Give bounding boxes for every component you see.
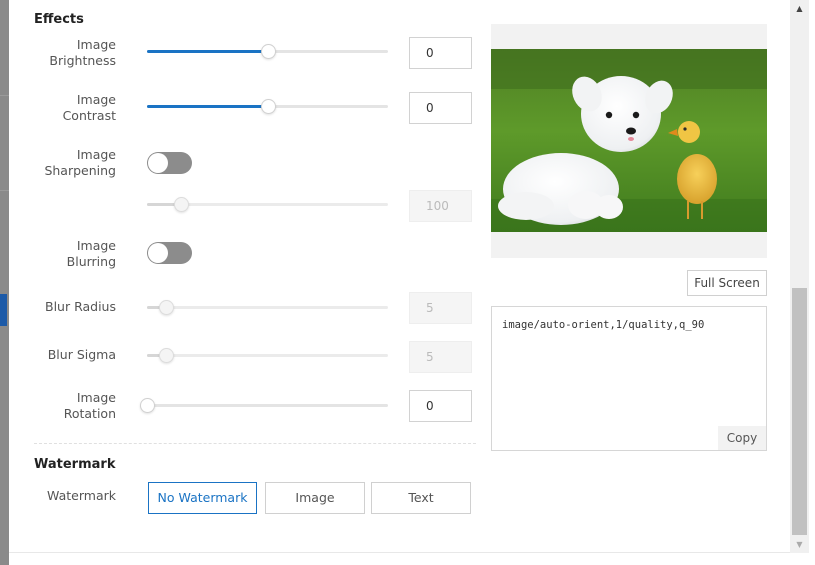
slider-track [147, 354, 388, 357]
preview-photo [491, 49, 767, 232]
scroll-down-arrow-icon[interactable]: ▼ [790, 536, 809, 553]
image-effects-dialog-screen: Effects Image Brightness 0 Image Contras… [0, 0, 815, 565]
contrast-slider[interactable] [147, 99, 388, 114]
sharpening-label: Image Sharpening [26, 147, 116, 179]
contrast-label: Image Contrast [26, 92, 116, 124]
rotation-input[interactable]: 0 [409, 390, 472, 422]
blur-sigma-input[interactable]: 5 [409, 341, 472, 373]
contrast-label-line2: Contrast [62, 108, 116, 123]
text-watermark-button[interactable]: Text [371, 482, 471, 514]
blurring-label: Image Blurring [26, 238, 116, 270]
brightness-label: Image Brightness [26, 37, 116, 69]
rotation-label-line1: Image [76, 390, 116, 405]
window-edge [809, 0, 815, 565]
brightness-label-line2: Brightness [49, 53, 116, 68]
contrast-input[interactable]: 0 [409, 92, 472, 124]
sharpening-slider[interactable] [147, 197, 388, 212]
sharpening-label-line1: Image [76, 147, 116, 162]
process-code-text: image/auto-orient,1/quality,q_90 [502, 319, 705, 331]
slider-handle[interactable] [159, 300, 175, 315]
brightness-slider[interactable] [147, 44, 388, 59]
blur-sigma-slider[interactable] [147, 348, 388, 363]
slider-handle[interactable] [140, 398, 155, 413]
puppy-and-duckling-image [491, 49, 767, 232]
no-watermark-button[interactable]: No Watermark [148, 482, 257, 514]
sharpening-toggle[interactable] [147, 152, 192, 174]
slider-fill [147, 50, 268, 53]
slider-handle[interactable] [173, 197, 189, 212]
toggle-knob [148, 153, 168, 173]
rotation-label-line2: Rotation [63, 406, 116, 421]
slider-handle[interactable] [260, 99, 276, 114]
slider-handle[interactable] [260, 44, 276, 59]
blur-radius-input[interactable]: 5 [409, 292, 472, 324]
watermark-section-title: Watermark [34, 457, 116, 472]
sharpening-input[interactable]: 100 [409, 190, 472, 222]
slider-track [147, 306, 388, 309]
section-divider [34, 443, 476, 444]
slider-track [147, 404, 388, 407]
slider-fill [147, 105, 268, 108]
rotation-slider[interactable] [140, 398, 388, 413]
blurring-toggle[interactable] [147, 242, 192, 264]
blurring-label-line1: Image [76, 238, 116, 253]
dimmed-backdrop [0, 0, 9, 565]
scrollbar-thumb[interactable] [792, 288, 807, 535]
backdrop-active-marker [0, 294, 7, 326]
brightness-input[interactable]: 0 [409, 37, 472, 69]
blur-radius-slider[interactable] [147, 300, 388, 315]
sharpening-label-line2: Sharpening [44, 163, 116, 178]
process-code-box[interactable]: image/auto-orient,1/quality,q_90 Copy [491, 306, 767, 451]
rotation-label: Image Rotation [26, 390, 116, 422]
full-screen-button[interactable]: Full Screen [687, 270, 767, 296]
toggle-knob [148, 243, 168, 263]
scroll-up-arrow-icon[interactable]: ▲ [790, 0, 809, 17]
watermark-label: Watermark [47, 488, 116, 503]
image-preview-panel [491, 24, 767, 258]
dialog-footer-border [9, 552, 790, 553]
slider-handle[interactable] [159, 348, 175, 363]
blur-radius-label: Blur Radius [45, 299, 116, 314]
blur-sigma-label: Blur Sigma [47, 347, 116, 362]
copy-button[interactable]: Copy [718, 426, 766, 450]
brightness-label-line1: Image [76, 37, 116, 52]
image-watermark-button[interactable]: Image [265, 482, 365, 514]
blurring-label-line2: Blurring [66, 254, 116, 269]
effects-section-title: Effects [34, 12, 84, 27]
vertical-scrollbar[interactable]: ▲ ▼ [790, 0, 809, 553]
contrast-label-line1: Image [76, 92, 116, 107]
